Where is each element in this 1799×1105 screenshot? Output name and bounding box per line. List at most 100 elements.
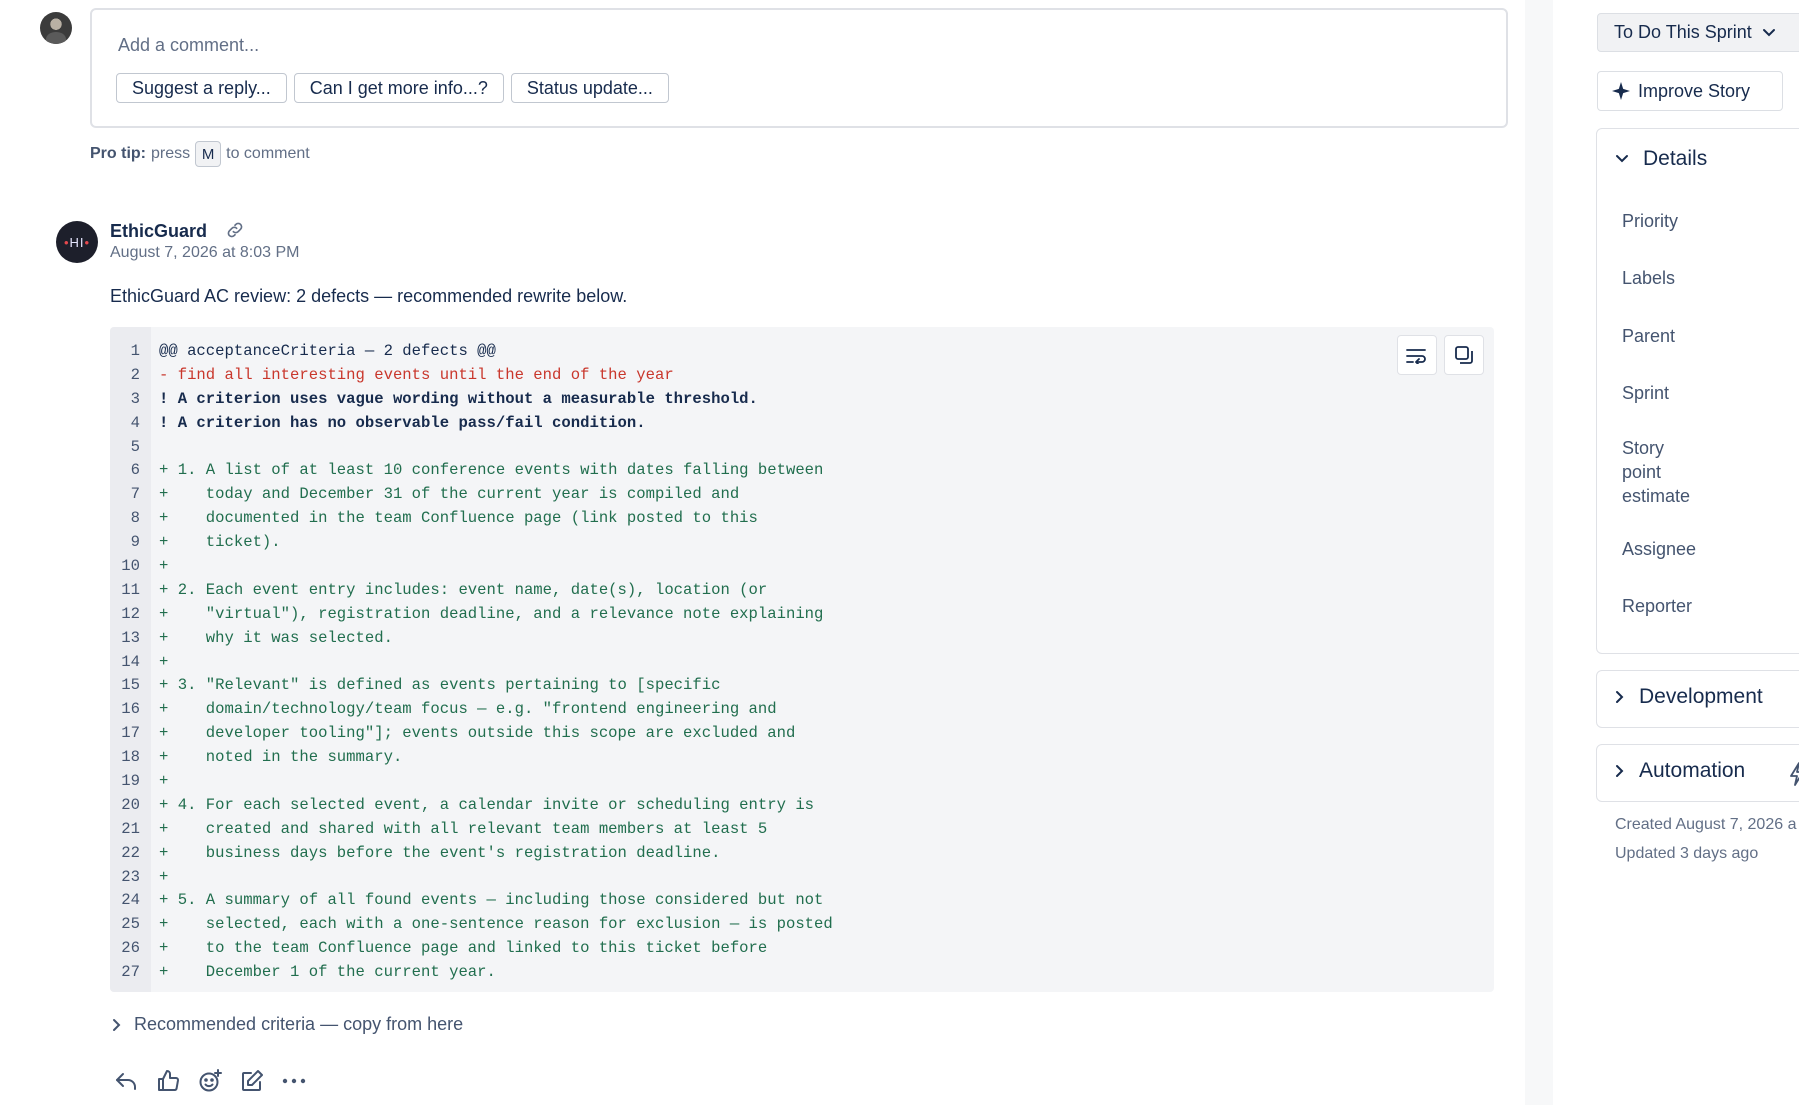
status-label: To Do This Sprint bbox=[1614, 22, 1752, 42]
line-number: 4 bbox=[130, 413, 140, 432]
sparkle-icon bbox=[1612, 82, 1630, 100]
field-labels: Labels bbox=[1622, 268, 1676, 288]
automation-panel[interactable]: Automation bbox=[1596, 744, 1799, 802]
code-line-text: ! A criterion uses vague wording without… bbox=[159, 389, 758, 408]
field-assignee: Assignee bbox=[1622, 539, 1697, 559]
code-line-text: + selected, each with a one-sentence rea… bbox=[159, 915, 833, 934]
line-number: 25 bbox=[121, 915, 140, 934]
code-line-text: + noted in the summary. bbox=[159, 748, 403, 767]
more-info-chip[interactable]: Can I get more info...? bbox=[293, 73, 504, 103]
code-line-text: + bbox=[159, 652, 169, 671]
development-panel[interactable]: Development bbox=[1596, 670, 1799, 728]
issue-sidebar: To Do This Sprint Improve Story Details … bbox=[1553, 0, 1799, 1105]
pro-tip-label: Pro tip: bbox=[90, 145, 146, 162]
add-reaction-button[interactable] bbox=[197, 1068, 223, 1094]
code-line-text: + to the team Confluence page and linked… bbox=[159, 939, 768, 958]
line-number: 20 bbox=[121, 795, 140, 814]
comment-author[interactable]: EthicGuard bbox=[110, 221, 207, 242]
code-line-text: + why it was selected. bbox=[159, 628, 393, 647]
status-dropdown[interactable]: To Do This Sprint bbox=[1597, 13, 1799, 52]
line-number: 2 bbox=[130, 365, 140, 384]
like-button[interactable] bbox=[155, 1068, 181, 1094]
automation-header[interactable]: Automation bbox=[1615, 759, 1745, 783]
reply-button[interactable] bbox=[113, 1068, 139, 1094]
comment-composer[interactable]: Suggest a reply... Can I get more info..… bbox=[90, 8, 1508, 128]
code-line-text: + 1. A list of at least 10 conference ev… bbox=[159, 461, 824, 480]
comment-timestamp[interactable]: August 7, 2026 at 8:03 PM bbox=[110, 244, 299, 262]
status-update-chip[interactable]: Status update... bbox=[510, 73, 669, 103]
comment-actions bbox=[113, 1068, 307, 1094]
copy-code-button[interactable] bbox=[1444, 335, 1484, 375]
code-lines: 1 @@ acceptanceCriteria — 2 defects @@ 2 - … bbox=[110, 339, 1494, 984]
code-line-text: + bbox=[159, 556, 169, 575]
edit-button[interactable] bbox=[239, 1068, 265, 1094]
link-icon[interactable] bbox=[224, 220, 246, 240]
edit-icon bbox=[242, 1070, 263, 1091]
recommended-criteria-toggle[interactable]: Recommended criteria — copy from here bbox=[112, 1014, 463, 1035]
details-header[interactable]: Details bbox=[1615, 147, 1707, 171]
suggest-reply-chip[interactable]: Suggest a reply... bbox=[116, 73, 287, 103]
line-number: 24 bbox=[121, 891, 140, 910]
code-line: 16 + domain/technology/team focus — e.g. … bbox=[110, 697, 1494, 721]
code-line: 22 + business days before the event's reg… bbox=[110, 841, 1494, 865]
code-line-text: - find all interesting events until the … bbox=[159, 365, 674, 384]
more-icon bbox=[282, 1078, 306, 1084]
pane-divider bbox=[1525, 0, 1553, 1105]
code-line: 20 + 4. For each selected event, a calend… bbox=[110, 793, 1494, 817]
code-line: 12 + "virtual"), registration deadline, a… bbox=[110, 602, 1494, 626]
code-line-text: + "virtual"), registration deadline, and… bbox=[159, 604, 824, 623]
code-line-text: ! A criterion has no observable pass/fai… bbox=[159, 413, 646, 432]
line-number: 21 bbox=[121, 819, 140, 838]
shortcut-key: M bbox=[195, 141, 222, 167]
comments-pane: Suggest a reply... Can I get more info..… bbox=[0, 0, 1546, 1105]
reply-icon bbox=[116, 1073, 136, 1090]
code-block: 1 @@ acceptanceCriteria — 2 defects @@ 2 - … bbox=[110, 327, 1494, 992]
current-user-avatar[interactable] bbox=[40, 12, 72, 44]
field-parent: Parent bbox=[1622, 326, 1676, 346]
code-line: 9 + ticket). bbox=[110, 530, 1494, 554]
code-line: 25 + selected, each with a one-sentence r… bbox=[110, 912, 1494, 936]
code-line: 7 + today and December 31 of the current … bbox=[110, 482, 1494, 506]
line-number: 6 bbox=[130, 461, 140, 480]
code-line: 4 ! A criterion has no observable pass/fa… bbox=[110, 411, 1494, 435]
line-number: 19 bbox=[121, 771, 140, 790]
pro-tip-rest: to comment bbox=[226, 145, 310, 162]
code-line-text: + bbox=[159, 867, 169, 886]
pro-tip: Pro tip: press M to comment bbox=[90, 141, 310, 167]
chevron-down-icon bbox=[1616, 155, 1628, 163]
comment-body: EthicGuard AC review: 2 defects — recomm… bbox=[110, 286, 628, 306]
code-line-text: + documented in the team Confluence page… bbox=[159, 509, 758, 528]
line-number: 7 bbox=[130, 485, 140, 504]
chevron-right-icon bbox=[1616, 691, 1624, 703]
code-line: 21 + created and shared with all relevant… bbox=[110, 817, 1494, 841]
line-number: 18 bbox=[121, 748, 140, 767]
code-line: 6 + 1. A list of at least 10 conference e… bbox=[110, 458, 1494, 482]
code-line-text: + created and shared with all relevant t… bbox=[159, 819, 768, 838]
development-header[interactable]: Development bbox=[1615, 685, 1763, 709]
improve-story-label: Improve Story bbox=[1638, 80, 1751, 101]
line-number: 12 bbox=[121, 604, 140, 623]
comment-input[interactable] bbox=[118, 30, 1018, 60]
code-line: 26 + to the team Confluence page and link… bbox=[110, 936, 1494, 960]
lightning-icon bbox=[1790, 762, 1799, 786]
more-actions-button[interactable] bbox=[281, 1068, 307, 1094]
code-line: 11 + 2. Each event entry includes: event … bbox=[110, 578, 1494, 602]
code-line: 27 + December 1 of the current year. bbox=[110, 960, 1494, 984]
code-line: 3 ! A criterion uses vague wording withou… bbox=[110, 387, 1494, 411]
code-line-text: + bbox=[159, 771, 169, 790]
recommended-criteria-label: Recommended criteria — copy from here bbox=[134, 1014, 464, 1034]
code-line: 23 + bbox=[110, 865, 1494, 889]
code-line: 24 + 5. A summary of all found events — i… bbox=[110, 888, 1494, 912]
created-date: Created August 7, 2026 a bbox=[1615, 816, 1797, 833]
line-number: 9 bbox=[130, 533, 140, 552]
chevron-down-icon bbox=[1762, 28, 1775, 36]
line-number: 10 bbox=[121, 556, 140, 575]
code-line-text: + business days before the event's regis… bbox=[159, 843, 721, 862]
ethicguard-avatar[interactable]: • HI • bbox=[56, 221, 98, 263]
line-number: 1 bbox=[130, 341, 140, 360]
pro-tip-press: press bbox=[151, 145, 191, 162]
improve-story-button[interactable]: Improve Story bbox=[1597, 71, 1783, 111]
line-number: 8 bbox=[130, 509, 140, 528]
code-line: 1 @@ acceptanceCriteria — 2 defects @@ bbox=[110, 339, 1494, 363]
wrap-lines-button[interactable] bbox=[1397, 335, 1437, 375]
